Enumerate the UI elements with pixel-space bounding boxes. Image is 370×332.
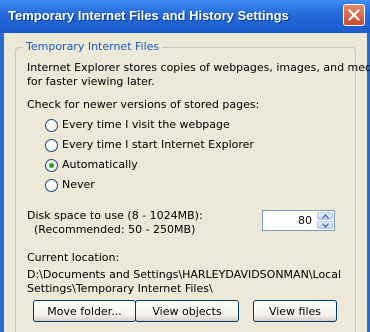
radio-label-never[interactable]: Never — [62, 178, 95, 191]
disk-space-input[interactable]: 80 — [298, 214, 312, 227]
current-location-label: Current location: — [27, 251, 120, 264]
spinner-down-button[interactable] — [317, 221, 333, 229]
move-folder-button[interactable]: Move folder... — [33, 300, 136, 322]
window-title: Temporary Internet Files and History Set… — [8, 8, 289, 23]
dialog-client-area: Temporary Internet Files Internet Explor… — [4, 33, 370, 332]
close-button[interactable] — [343, 4, 365, 26]
radio-button-automatically[interactable] — [45, 159, 58, 172]
view-objects-button[interactable]: View objects — [135, 300, 239, 322]
group-legend: Temporary Internet Files — [23, 40, 163, 53]
radio-button-every-visit[interactable] — [45, 119, 58, 132]
chevron-down-icon — [322, 223, 329, 228]
description-line-2: for faster viewing later. — [27, 75, 155, 88]
chevron-up-icon — [322, 214, 329, 219]
spinner-up-button[interactable] — [317, 212, 333, 220]
radio-button-every-start[interactable] — [45, 139, 58, 152]
current-location-path-line-1: D:\Documents and Settings\HARLEYDAVIDSON… — [27, 268, 342, 281]
radio-label-every-visit[interactable]: Every time I visit the webpage — [62, 118, 230, 131]
check-newer-label: Check for newer versions of stored pages… — [27, 98, 260, 111]
description-line-1: Internet Explorer stores copies of webpa… — [27, 61, 370, 74]
radio-label-automatically[interactable]: Automatically — [62, 158, 138, 171]
title-bar[interactable]: Temporary Internet Files and History Set… — [0, 0, 370, 33]
view-files-button[interactable]: View files — [253, 300, 337, 322]
radio-label-every-start[interactable]: Every time I start Internet Explorer — [62, 138, 254, 151]
disk-space-spinner[interactable]: 80 — [262, 210, 335, 231]
spinner-buttons — [317, 212, 333, 229]
close-icon — [348, 9, 360, 21]
disk-space-label: Disk space to use (8 - 1024MB): — [27, 209, 203, 222]
dialog-window: Temporary Internet Files and History Set… — [0, 0, 370, 332]
temporary-internet-files-group: Temporary Internet Files Internet Explor… — [15, 40, 370, 332]
current-location-path-line-2: Settings\Temporary Internet Files\ — [27, 282, 213, 295]
disk-space-recommended: (Recommended: 50 - 250MB) — [34, 223, 196, 236]
radio-button-never[interactable] — [45, 179, 58, 192]
